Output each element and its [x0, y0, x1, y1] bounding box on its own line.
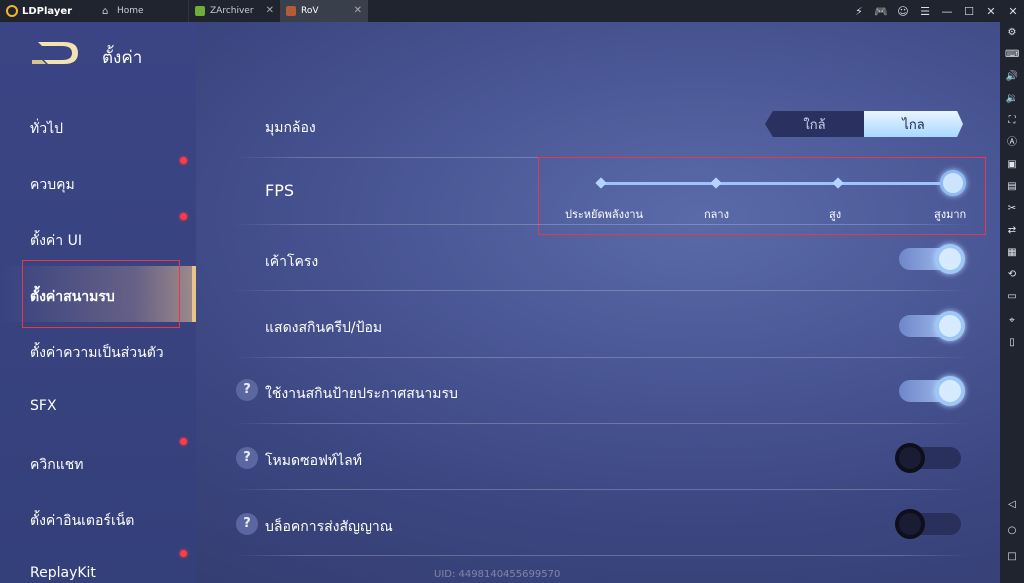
soft-light-toggle[interactable]: [895, 443, 961, 473]
volume-up-icon[interactable]: 🔊: [1005, 70, 1019, 84]
window-controls: ⚡ 🎮 ☺ ☰ — ☐ ✕ ✕: [848, 0, 1024, 22]
toggle-knob: [895, 509, 925, 539]
tab-home-label: Home: [117, 6, 144, 16]
fullscreen-icon[interactable]: ⛶: [1005, 114, 1019, 128]
cut-icon[interactable]: ✂: [1005, 202, 1019, 216]
notification-dot: [180, 550, 187, 557]
toggle-knob: [935, 244, 965, 274]
nav-internet-settings[interactable]: ตั้งค่าอินเตอร์เน็ต: [30, 510, 134, 532]
uid-label: UID: 4498140455699570: [434, 569, 561, 580]
divider: [232, 357, 970, 358]
camera-near-option[interactable]: ใกล้: [765, 111, 864, 137]
toggle-knob: [935, 311, 965, 341]
nav-privacy-settings[interactable]: ตั้งค่าความเป็นส่วนตัว: [30, 342, 164, 364]
minimize-icon[interactable]: —: [936, 5, 958, 18]
tab-home[interactable]: ⌂ Home: [96, 0, 188, 22]
game-screen: ตั้งค่า ทั่วไป ควบคุม ตั้งค่า UI ตั้งค่า…: [0, 22, 1000, 583]
maximize-icon[interactable]: ☐: [958, 5, 980, 18]
creep-skin-label: แสดงสกินครีป/ป้อม: [265, 320, 383, 336]
tab-rov-label: RoV: [301, 6, 319, 16]
rotate-icon[interactable]: ⟲: [1005, 268, 1019, 282]
soft-light-label: โหมดซอฟท์ไลท์: [265, 453, 362, 469]
nav-active-edge: [192, 266, 196, 322]
tab-zarchiver-label: ZArchiver: [210, 6, 254, 16]
close-icon[interactable]: ✕: [266, 5, 274, 16]
apk-icon[interactable]: ▦: [1005, 246, 1019, 260]
notification-dot: [180, 438, 187, 445]
camera-toggle: ใกล้ ไกล: [765, 111, 963, 137]
rov-icon: [286, 6, 296, 16]
nav-replaykit[interactable]: ReplayKit: [30, 565, 96, 581]
app-root: LDPlayer ⌂ Home ZArchiver ✕ RoV ✕ ⚡ 🎮 ☺ …: [0, 0, 1024, 583]
nav-general[interactable]: ทั่วไป: [30, 118, 63, 140]
divider: [232, 423, 970, 424]
block-signal-label: บล็อคการส่งสัญญาณ: [265, 519, 393, 535]
gamepad-icon[interactable]: 🎮: [870, 5, 892, 18]
help-icon[interactable]: ?: [236, 379, 258, 401]
volume-down-icon[interactable]: 🔉: [1005, 92, 1019, 106]
help-icon[interactable]: ?: [236, 513, 258, 535]
menu-icon[interactable]: ☰: [914, 5, 936, 18]
nav-controls[interactable]: ควบคุม: [30, 174, 75, 196]
home-icon: ⌂: [102, 6, 109, 17]
divider: [232, 224, 970, 225]
folder-icon[interactable]: ▭: [1005, 290, 1019, 304]
help-icon[interactable]: ?: [236, 447, 258, 469]
camera-far-option[interactable]: ไกล: [864, 111, 963, 137]
tab-rov[interactable]: RoV ✕: [280, 0, 368, 22]
close-window-icon[interactable]: ✕: [980, 5, 1002, 18]
settings-title: ตั้งค่า: [102, 48, 143, 68]
camera-label: มุมกล้อง: [265, 120, 316, 136]
sync-icon[interactable]: ⇄: [1005, 224, 1019, 238]
battlefield-banner-label: ใช้งานสกินป้ายประกาศสนามรบ: [265, 386, 458, 402]
divider: [232, 290, 970, 291]
tab-zarchiver[interactable]: ZArchiver ✕: [188, 0, 280, 22]
ldplayer-logo-icon: [6, 5, 18, 17]
fps-label: FPS: [265, 181, 295, 200]
shake-icon[interactable]: ▯: [1005, 336, 1019, 350]
close-icon[interactable]: ✕: [354, 5, 362, 16]
emulator-sidebar: ⚙ ⌨ 🔊 🔉 ⛶ Ⓐ ▣ ▤ ✂ ⇄ ▦ ⟲ ▭ ⌖ ▯ ◁ ○ □: [1000, 22, 1024, 583]
divider: [232, 555, 970, 556]
highlight-box: [22, 260, 180, 328]
cursor-icon[interactable]: Ⓐ: [1005, 136, 1019, 150]
back-icon[interactable]: ◁: [1005, 498, 1019, 512]
outline-toggle[interactable]: [899, 244, 965, 274]
outline-label: เค้าโครง: [265, 254, 319, 270]
brand: LDPlayer: [0, 5, 96, 17]
recent-icon[interactable]: □: [1005, 550, 1019, 564]
battlefield-banner-toggle[interactable]: [899, 376, 965, 406]
keyboard-icon[interactable]: ⌨: [1005, 48, 1019, 62]
notification-dot: [180, 213, 187, 220]
record-icon[interactable]: ▤: [1005, 180, 1019, 194]
gear-icon[interactable]: ⚙: [1005, 26, 1019, 40]
toggle-knob: [895, 443, 925, 473]
account-icon[interactable]: ☺: [892, 5, 914, 18]
boost-icon[interactable]: ⚡: [848, 5, 870, 18]
location-icon[interactable]: ⌖: [1005, 314, 1019, 328]
creep-skin-toggle[interactable]: [899, 311, 965, 341]
home-circle-icon[interactable]: ○: [1005, 524, 1019, 538]
sidebar-close-icon[interactable]: ✕: [1002, 5, 1024, 18]
notification-dot: [180, 157, 187, 164]
nav-sfx[interactable]: SFX: [30, 398, 57, 414]
settings-logo-icon: [32, 42, 78, 64]
nav-quick-chat[interactable]: ควิกแชท: [30, 454, 83, 476]
screenshot-icon[interactable]: ▣: [1005, 158, 1019, 172]
emulator-titlebar: LDPlayer ⌂ Home ZArchiver ✕ RoV ✕ ⚡ 🎮 ☺ …: [0, 0, 1024, 22]
divider: [232, 489, 970, 490]
toggle-knob: [935, 376, 965, 406]
nav-ui-settings[interactable]: ตั้งค่า UI: [30, 230, 82, 252]
brand-label: LDPlayer: [22, 5, 73, 17]
zarchiver-icon: [195, 6, 205, 16]
block-signal-toggle[interactable]: [895, 509, 961, 539]
